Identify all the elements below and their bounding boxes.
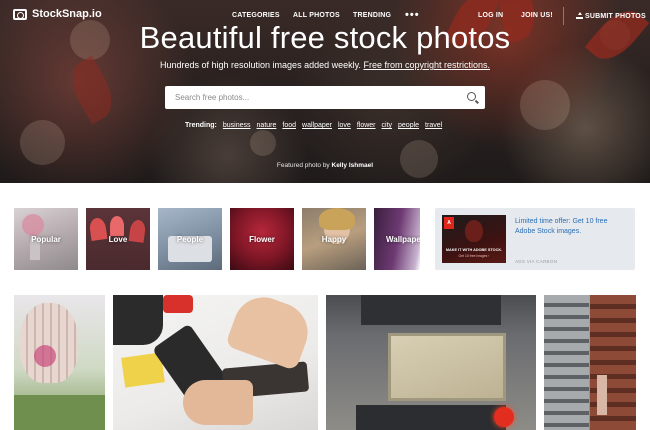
category-label-flower: Flower <box>249 235 275 244</box>
hero-subtitle: Hundreds of high resolution images added… <box>0 60 650 70</box>
category-tile-happy[interactable]: Happy <box>302 208 366 270</box>
hero-banner: StockSnap.io CATEGORIES ALL PHOTOS TREND… <box>0 0 650 183</box>
nav-trending[interactable]: TRENDING <box>353 12 391 19</box>
trending-tags: Trending: business nature food wallpaper… <box>185 122 442 129</box>
category-label-popular: Popular <box>31 235 61 244</box>
login-link[interactable]: LOG IN <box>478 12 503 19</box>
category-tile-flower[interactable]: Flower <box>230 208 294 270</box>
ad-image-cta: Get 10 free images › <box>458 254 490 258</box>
hero-subtitle-text: Hundreds of high resolution images added… <box>159 60 361 70</box>
trend-tag-love[interactable]: love <box>338 122 351 129</box>
trend-tag-food[interactable]: food <box>282 122 296 129</box>
trend-tag-nature[interactable]: nature <box>257 122 277 129</box>
category-label-people: People <box>176 235 204 244</box>
category-tile-people[interactable]: People <box>158 208 222 270</box>
hero-title: Beautiful free stock photos <box>139 20 511 55</box>
category-label-wallpaper: Wallpaper <box>386 235 420 244</box>
copyright-link[interactable]: Free from copyright restrictions. <box>363 60 490 70</box>
trending-label: Trending: <box>185 122 217 129</box>
trend-tag-flower[interactable]: flower <box>357 122 376 129</box>
featured-author-link[interactable]: Kelly Ishmael <box>332 162 374 169</box>
submit-photos-button[interactable]: SUBMIT PHOTOS <box>576 12 646 20</box>
photo-lantern[interactable] <box>14 295 105 430</box>
ad-portrait <box>465 220 483 242</box>
trend-tag-people[interactable]: people <box>398 122 419 129</box>
join-link[interactable]: JOIN US! <box>521 12 553 19</box>
category-label-love: Love <box>108 235 128 244</box>
photo-city-buildings[interactable] <box>544 295 636 430</box>
submit-photos-label: SUBMIT PHOTOS <box>585 13 646 20</box>
featured-credit: Featured photo by Kelly Ishmael <box>0 162 650 169</box>
ad-image-headline: MAKE IT WITH ADOBE STOCK. <box>445 248 503 252</box>
trend-tag-wallpaper[interactable]: wallpaper <box>302 122 332 129</box>
nav-all-photos[interactable]: ALL PHOTOS <box>293 12 340 19</box>
photo-building-relief[interactable] <box>326 295 536 430</box>
carbon-ad: A MAKE IT WITH ADOBE STOCK. Get 10 free … <box>435 208 635 270</box>
trend-tag-travel[interactable]: travel <box>425 122 442 129</box>
search-input[interactable] <box>165 86 455 109</box>
ad-image[interactable]: A MAKE IT WITH ADOBE STOCK. Get 10 free … <box>442 215 506 263</box>
adobe-logo-icon: A <box>444 217 454 229</box>
search-bar <box>165 86 485 109</box>
category-tile-love[interactable]: Love <box>86 208 150 270</box>
ad-text-link[interactable]: Limited time offer: Get 10 free Adobe St… <box>515 217 627 237</box>
category-label-happy: Happy <box>321 235 347 244</box>
upload-icon <box>576 12 583 19</box>
ad-attribution[interactable]: ADS VIA CARBON <box>515 259 557 264</box>
trend-tag-city[interactable]: city <box>382 122 393 129</box>
trend-tag-business[interactable]: business <box>223 122 251 129</box>
logo-text: StockSnap.io <box>32 8 102 20</box>
search-icon[interactable] <box>467 92 476 101</box>
site-logo[interactable]: StockSnap.io <box>13 8 102 20</box>
category-tile-wallpaper[interactable]: Wallpaper <box>374 208 420 270</box>
nav-categories[interactable]: CATEGORIES <box>232 12 280 19</box>
featured-prefix: Featured photo by <box>276 162 330 169</box>
photo-wallet-cards[interactable] <box>113 295 318 430</box>
category-tile-popular[interactable]: Popular <box>14 208 78 270</box>
camera-icon <box>13 8 27 20</box>
